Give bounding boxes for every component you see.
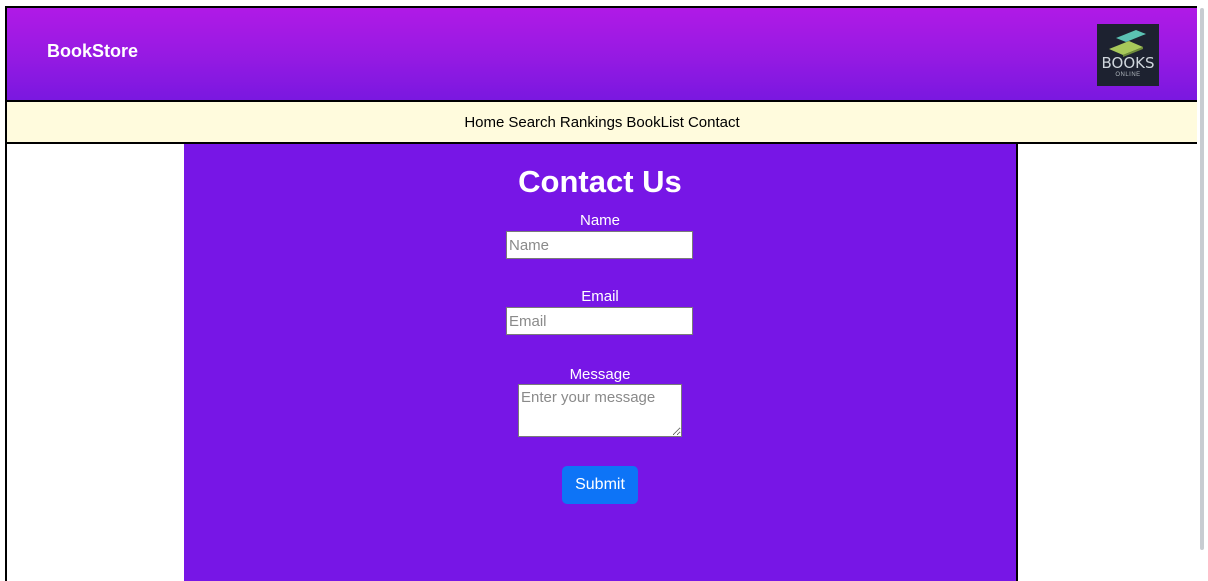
contact-panel: Contact Us Name Email Message Submit xyxy=(184,144,1018,581)
books-online-logo[interactable]: BOOKS ONLINE xyxy=(1097,24,1159,86)
site-header: BookStore BOOKS ONLINE xyxy=(5,6,1197,102)
page-title: Contact Us xyxy=(518,164,682,199)
nav-contact[interactable]: Contact xyxy=(688,114,740,131)
message-textarea[interactable] xyxy=(518,384,682,437)
brand-title[interactable]: BookStore xyxy=(47,41,138,62)
nav-search[interactable]: Search xyxy=(508,114,556,131)
email-input[interactable] xyxy=(506,307,693,335)
logo-title: BOOKS xyxy=(1101,54,1155,72)
message-label: Message xyxy=(569,366,631,383)
page-scrollbar[interactable] xyxy=(1200,8,1204,550)
main-nav: Home Search Rankings BookList Contact xyxy=(5,102,1197,144)
nav-rankings[interactable]: Rankings xyxy=(560,114,623,131)
name-label: Name xyxy=(579,212,620,229)
email-label: Email xyxy=(581,288,619,305)
name-input[interactable] xyxy=(506,231,693,259)
nav-home[interactable]: Home xyxy=(464,114,504,131)
logo-subtitle: ONLINE xyxy=(1115,72,1141,78)
nav-booklist[interactable]: BookList xyxy=(626,114,684,131)
submit-button[interactable]: Submit xyxy=(562,466,638,504)
